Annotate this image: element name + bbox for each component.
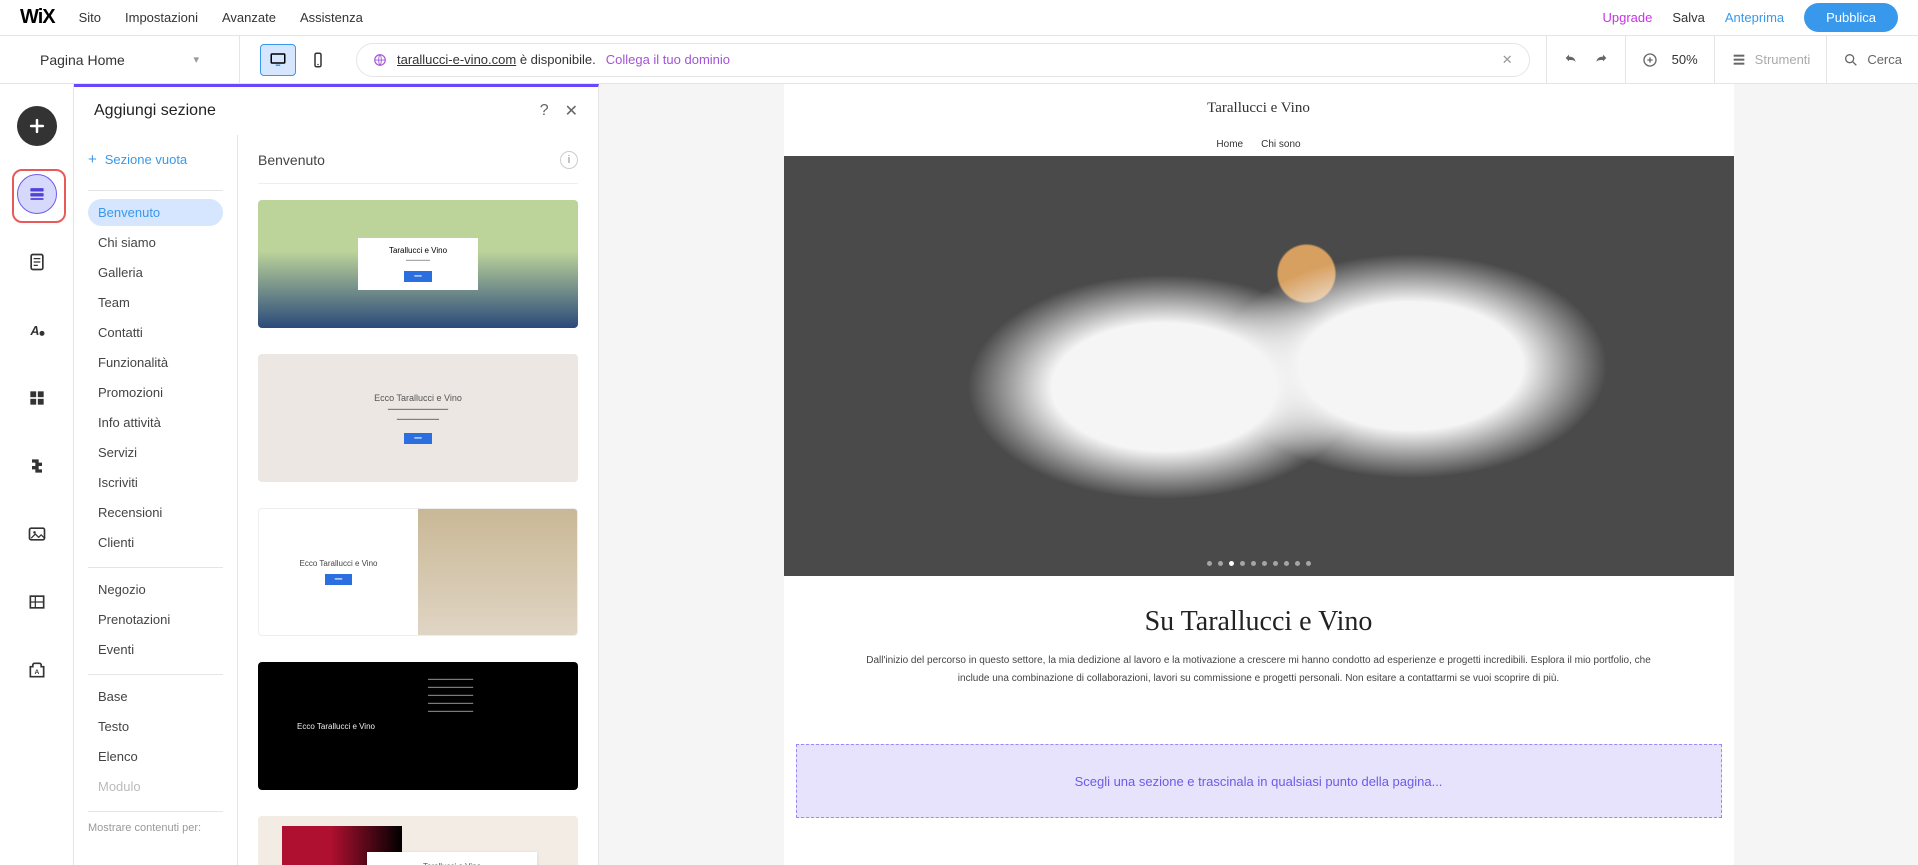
hero-image[interactable] — [784, 156, 1734, 576]
menu-sito[interactable]: Sito — [79, 10, 101, 25]
toolbar: Pagina Home ▾ tarallucci-e-vino.com è di… — [0, 36, 1918, 84]
topbar: WiX Sito Impostazioni Avanzate Assistenz… — [0, 0, 1918, 36]
publish-button[interactable]: Pubblica — [1804, 3, 1898, 32]
help-icon[interactable]: ? — [540, 102, 549, 120]
rail-media-button[interactable] — [17, 514, 57, 554]
menu-impostazioni[interactable]: Impostazioni — [125, 10, 198, 25]
panel-categories: +Sezione vuota Benvenuto Chi siamo Galle… — [74, 135, 238, 865]
cat-recensioni[interactable]: Recensioni — [88, 499, 223, 526]
template-thumb-3[interactable]: Ecco Tarallucci e Vino━━ — [258, 508, 578, 636]
info-icon[interactable]: i — [560, 151, 578, 169]
preview-button[interactable]: Anteprima — [1725, 10, 1784, 25]
panel-title: Aggiungi sezione — [94, 102, 216, 120]
footer-label: Mostrare contenuti per: — [88, 811, 223, 834]
search-icon — [1843, 52, 1859, 68]
close-domain-icon[interactable]: ✕ — [1502, 52, 1513, 68]
rail-business-button[interactable]: A — [17, 650, 57, 690]
cat-elenco[interactable]: Elenco — [88, 743, 223, 770]
domain-bar: tarallucci-e-vino.com è disponibile. Col… — [356, 43, 1530, 77]
rail-add-button[interactable] — [17, 106, 57, 146]
search-button[interactable]: Cerca — [1843, 52, 1902, 68]
carousel-dots[interactable] — [1207, 561, 1311, 566]
menu-assistenza[interactable]: Assistenza — [300, 10, 363, 25]
undo-icon[interactable] — [1563, 52, 1579, 68]
canvas[interactable]: Tarallucci e Vino Home Chi sono Su Taral… — [599, 84, 1918, 865]
nav-home[interactable]: Home — [1216, 139, 1243, 150]
desktop-device-button[interactable] — [260, 44, 296, 76]
cat-eventi[interactable]: Eventi — [88, 636, 223, 663]
domain-text: tarallucci-e-vino.com è disponibile. — [397, 52, 596, 67]
rail-sections-button[interactable] — [17, 174, 57, 214]
rail-addons-button[interactable] — [17, 446, 57, 486]
save-button[interactable]: Salva — [1672, 10, 1705, 25]
panel-right-title: Benvenuto — [258, 152, 325, 168]
nav-chi-sono[interactable]: Chi sono — [1261, 139, 1300, 150]
cat-clienti[interactable]: Clienti — [88, 529, 223, 556]
menu-avanzate[interactable]: Avanzate — [222, 10, 276, 25]
cat-base[interactable]: Base — [88, 683, 223, 710]
topbar-left: WiX Sito Impostazioni Avanzate Assistenz… — [20, 6, 363, 29]
redo-icon[interactable] — [1593, 52, 1609, 68]
plus-icon: + — [88, 151, 97, 168]
cat-contatti[interactable]: Contatti — [88, 319, 223, 346]
dropzone[interactable]: Scegli una sezione e trascinala in quals… — [796, 744, 1722, 818]
site-title: Tarallucci e Vino — [784, 84, 1734, 133]
page-selector[interactable]: Pagina Home ▾ — [0, 36, 240, 83]
zoom-plus-icon[interactable] — [1642, 52, 1658, 68]
template-thumb-2[interactable]: Ecco Tarallucci e Vino━━━━━━━━━━━━━━━━━━… — [258, 354, 578, 482]
panel-templates: Benvenuto i Tarallucci e Vino━━━━━━━━━━ … — [238, 135, 598, 865]
about-section[interactable]: Su Tarallucci e Vino Dall'inizio del per… — [784, 576, 1734, 718]
template-thumb-4[interactable]: Ecco Tarallucci e Vino━━━━━━━━━━━━━━━━━━… — [258, 662, 578, 790]
toolbar-right: 50% Strumenti Cerca — [1546, 36, 1918, 84]
template-thumb-1[interactable]: Tarallucci e Vino━━━━━━━━━━ — [258, 200, 578, 328]
page-label: Pagina Home — [40, 52, 125, 68]
cat-negozio[interactable]: Negozio — [88, 576, 223, 603]
globe-icon — [373, 53, 387, 67]
cat-modulo[interactable]: Modulo — [88, 773, 223, 800]
about-text: Dall'inizio del percorso in questo setto… — [864, 652, 1654, 688]
svg-text:A: A — [29, 324, 39, 338]
connect-domain-link[interactable]: Collega il tuo dominio — [606, 52, 730, 67]
tools-button[interactable]: Strumenti — [1731, 52, 1811, 68]
about-title: Su Tarallucci e Vino — [864, 606, 1654, 638]
domain-name[interactable]: tarallucci-e-vino.com — [397, 52, 516, 67]
site-preview: Tarallucci e Vino Home Chi sono Su Taral… — [784, 84, 1734, 865]
wix-logo[interactable]: WiX — [20, 6, 55, 29]
cat-promozioni[interactable]: Promozioni — [88, 379, 223, 406]
add-section-panel: Aggiungi sezione ? ✕ +Sezione vuota Benv… — [74, 84, 599, 865]
main: A A Aggiungi sezione ? ✕ +Sezione vuota … — [0, 84, 1918, 865]
device-toggles — [260, 44, 336, 76]
cat-prenotazioni[interactable]: Prenotazioni — [88, 606, 223, 633]
rail-data-button[interactable] — [17, 582, 57, 622]
mobile-device-button[interactable] — [300, 44, 336, 76]
cat-chi-siamo[interactable]: Chi siamo — [88, 229, 223, 256]
close-panel-icon[interactable]: ✕ — [565, 101, 578, 121]
panel-header: Aggiungi sezione ? ✕ — [74, 87, 598, 135]
tools-icon — [1731, 52, 1747, 68]
cat-info-attivita[interactable]: Info attività — [88, 409, 223, 436]
template-thumb-5[interactable]: Tarallucci e Vino━━━━━━━━━━━━━━━━━━━━━━━… — [258, 816, 578, 865]
rail-apps-button[interactable] — [17, 378, 57, 418]
panel-body: +Sezione vuota Benvenuto Chi siamo Galle… — [74, 135, 598, 865]
cat-iscriviti[interactable]: Iscriviti — [88, 469, 223, 496]
rail-design-button[interactable]: A — [17, 310, 57, 350]
cat-funzionalita[interactable]: Funzionalità — [88, 349, 223, 376]
cat-galleria[interactable]: Galleria — [88, 259, 223, 286]
upgrade-link[interactable]: Upgrade — [1602, 10, 1652, 25]
site-nav: Home Chi sono — [784, 133, 1734, 156]
svg-text:A: A — [34, 669, 39, 676]
cat-team[interactable]: Team — [88, 289, 223, 316]
cat-servizi[interactable]: Servizi — [88, 439, 223, 466]
chevron-down-icon: ▾ — [193, 53, 199, 66]
empty-section-button[interactable]: +Sezione vuota — [88, 145, 223, 174]
cat-benvenuto[interactable]: Benvenuto — [88, 199, 223, 226]
left-rail: A A — [0, 84, 74, 865]
rail-pages-button[interactable] — [17, 242, 57, 282]
topbar-right: Upgrade Salva Anteprima Pubblica — [1602, 3, 1898, 32]
cat-testo[interactable]: Testo — [88, 713, 223, 740]
zoom-level[interactable]: 50% — [1672, 52, 1698, 67]
